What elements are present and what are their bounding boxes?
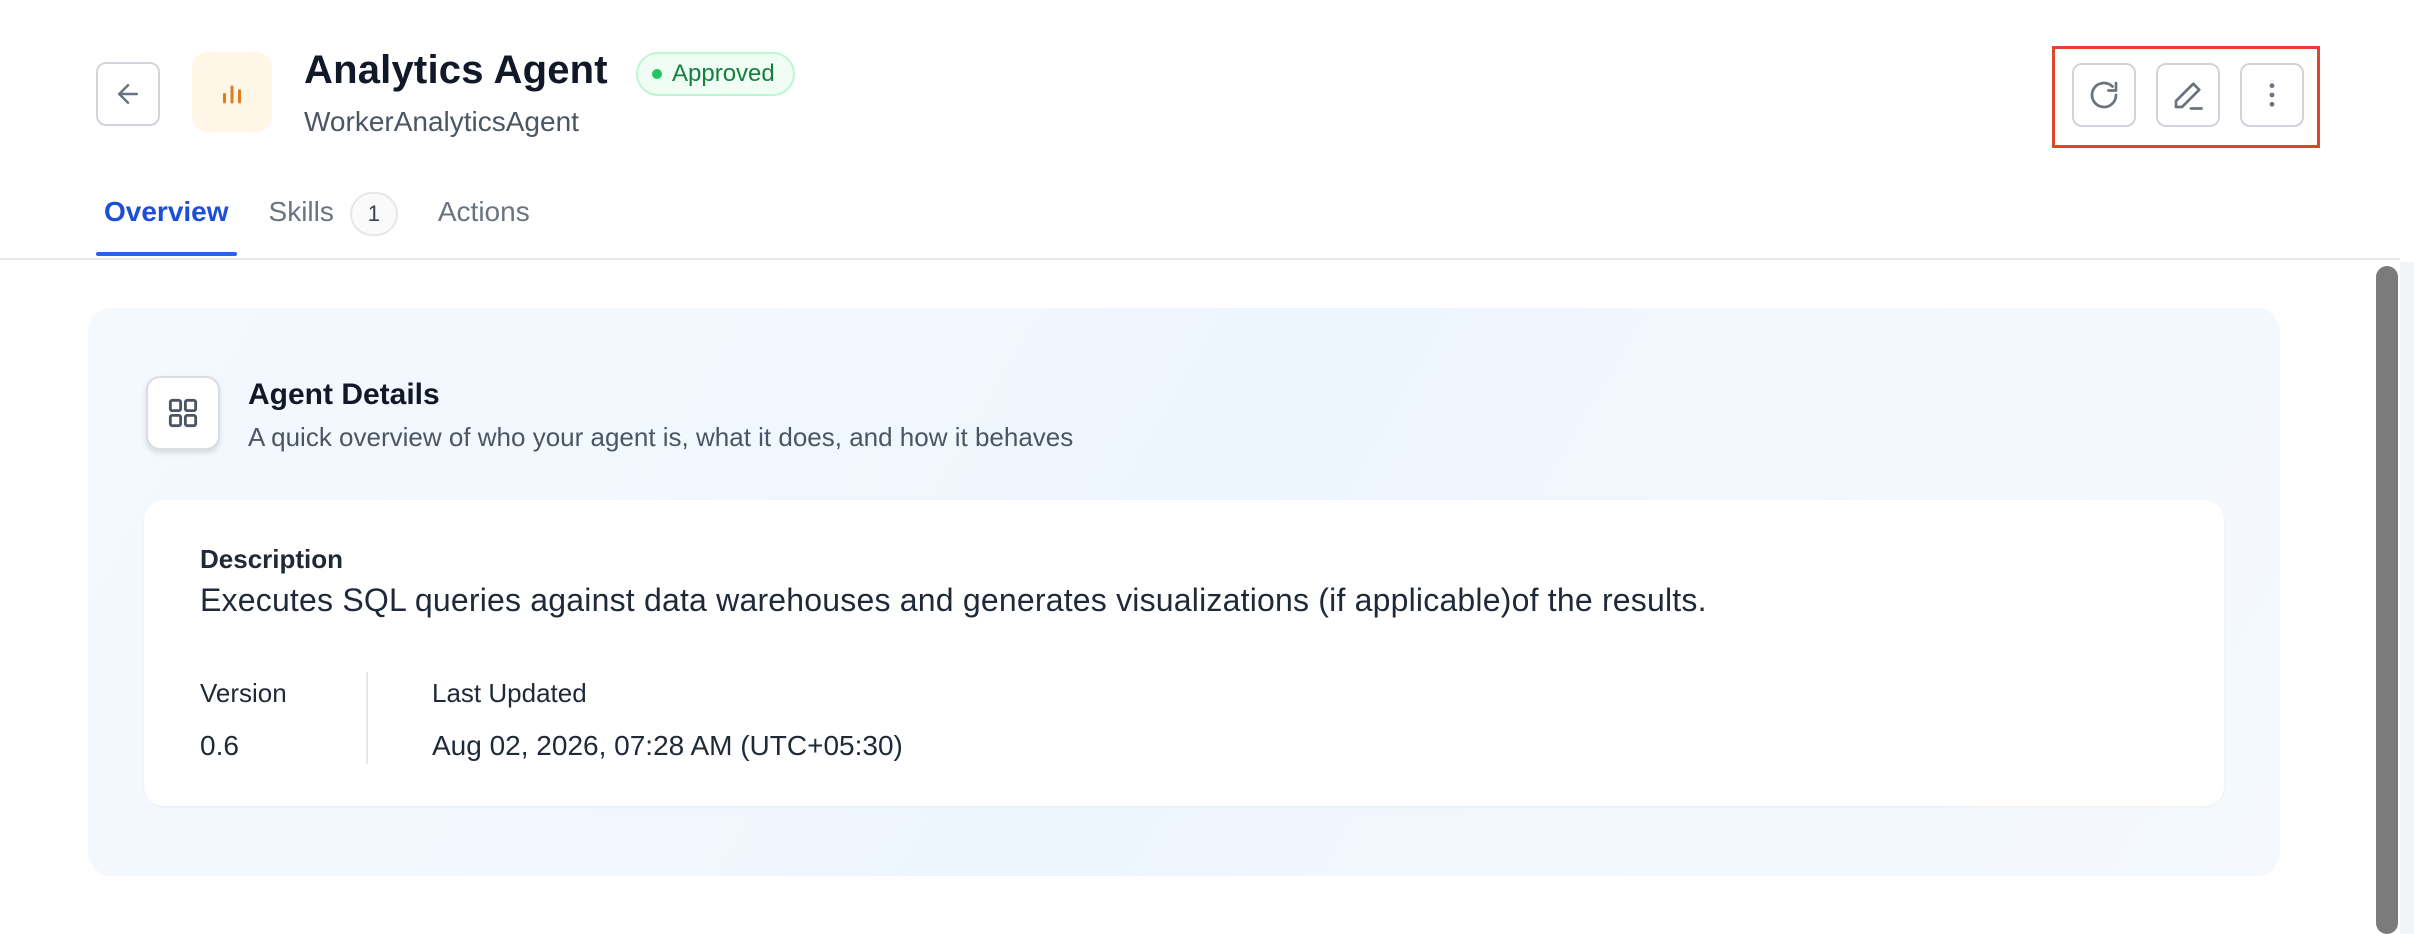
status-dot	[652, 69, 662, 79]
tab-bar: Overview Skills 1 Actions	[96, 186, 538, 258]
bar-chart-icon	[223, 85, 241, 104]
field-divider	[366, 672, 368, 764]
description-label: Description	[200, 544, 344, 574]
tab-overview-label: Overview	[104, 196, 229, 227]
status-badge: Approved	[636, 52, 795, 96]
refresh-button[interactable]	[2072, 63, 2136, 127]
page-title: Analytics Agent	[304, 48, 608, 92]
tab-skills[interactable]: Skills 1	[261, 186, 406, 258]
details-card: Description Executes SQL queries against…	[144, 500, 2224, 806]
grid-icon	[168, 398, 198, 428]
last-updated-value: Aug 02, 2026, 07:28 AM (UTC+05:30)	[432, 730, 903, 761]
agent-avatar	[192, 52, 272, 132]
tab-actions-label: Actions	[437, 196, 530, 227]
edit-pencil-icon	[2174, 82, 2203, 110]
panel-title: Agent Details	[248, 378, 440, 411]
version-value: 0.6	[200, 730, 239, 761]
tab-overview[interactable]: Overview	[96, 186, 237, 258]
status-label: Approved	[672, 60, 775, 87]
more-options-button[interactable]	[2240, 63, 2304, 127]
tab-skills-label: Skills	[268, 196, 334, 227]
tab-actions[interactable]: Actions	[430, 186, 538, 258]
agent-detail-page: Analytics Agent Approved WorkerAnalytics…	[0, 0, 2414, 934]
arrow-left-icon	[118, 84, 138, 104]
agent-details-panel: Agent Details A quick overview of who yo…	[88, 308, 2280, 876]
version-label: Version	[200, 678, 287, 708]
edit-button[interactable]	[2156, 63, 2220, 127]
more-vertical-icon	[2269, 83, 2275, 107]
skills-count-badge: 1	[349, 192, 398, 236]
refresh-icon	[2090, 81, 2118, 109]
description-text: Executes SQL queries against data wareho…	[200, 582, 1707, 618]
agent-identifier: WorkerAnalyticsAgent	[304, 106, 579, 137]
last-updated-label: Last Updated	[432, 678, 587, 708]
panel-subtitle: A quick overview of who your agent is, w…	[248, 422, 1074, 452]
scrollbar-track[interactable]	[2400, 262, 2414, 934]
back-button[interactable]	[96, 62, 160, 126]
panel-icon	[146, 376, 220, 450]
action-toolbar	[2052, 46, 2320, 148]
scrollbar-thumb[interactable]	[2376, 266, 2398, 934]
page-header: Analytics Agent Approved WorkerAnalytics…	[0, 0, 2400, 260]
